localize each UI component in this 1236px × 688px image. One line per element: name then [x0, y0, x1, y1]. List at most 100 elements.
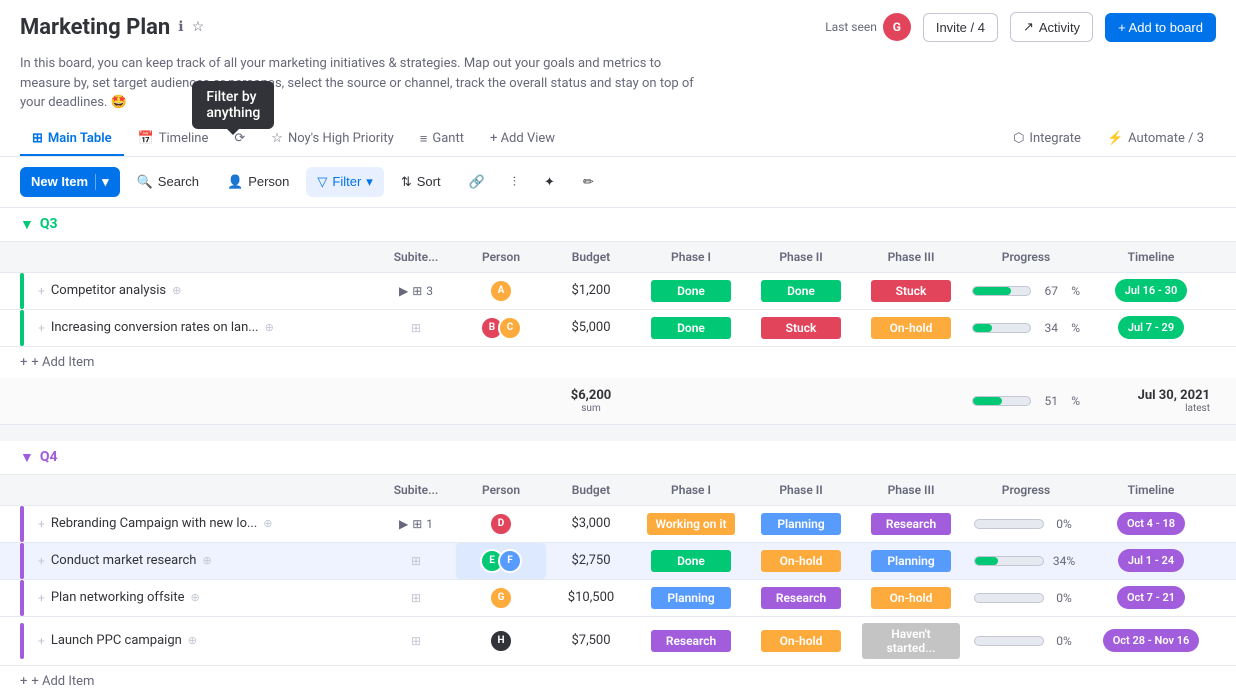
col-name-q3: [32, 249, 376, 265]
automate-button[interactable]: ⚡ Automate / 3: [1095, 123, 1216, 156]
cell-timeline-q4-0[interactable]: Oct 4 - 18: [1086, 506, 1216, 541]
sort-button[interactable]: ⇅ Sort: [390, 167, 452, 197]
cell-person-q4-2[interactable]: G: [456, 580, 546, 616]
cell-phase3-q4-0[interactable]: Research: [856, 507, 966, 541]
add-to-board-button[interactable]: + Add to board: [1105, 13, 1216, 42]
cell-subitem-1[interactable]: ⊞: [376, 315, 456, 341]
cell-phase1-q4-1[interactable]: Done: [636, 544, 746, 578]
cell-phase1-1[interactable]: Done: [636, 311, 746, 345]
cell-phase1-q4-2[interactable]: Planning: [636, 581, 746, 615]
add-subitem-icon[interactable]: +: [38, 284, 45, 298]
table-row[interactable]: + Launch PPC campaign ⊕ ⊞ H $7,500 Resea…: [0, 617, 1236, 666]
cell-phase3-1[interactable]: On-hold: [856, 311, 966, 345]
cell-subitem-q4-0[interactable]: ▶ ⊞ 1: [376, 511, 456, 537]
cell-phase2-q4-2[interactable]: Research: [746, 581, 856, 615]
filter-button[interactable]: ▽ Filter ▾: [306, 167, 383, 197]
cell-phase3-0[interactable]: Stuck: [856, 274, 966, 308]
cell-subitem-q4-3[interactable]: ⊞: [376, 628, 456, 654]
col-person-q4: Person: [456, 475, 546, 505]
cell-subitem-q4-1[interactable]: ⊞: [376, 548, 456, 574]
col-timeline-q4: Timeline: [1086, 475, 1216, 505]
cell-phase1-q4-3[interactable]: Research: [636, 624, 746, 658]
activity-button[interactable]: ↗ Activity: [1010, 12, 1093, 42]
cell-budget-q4-2[interactable]: $10,500: [546, 584, 636, 611]
cell-timeline-q4-3[interactable]: Oct 28 - Nov 16: [1086, 623, 1216, 658]
integrate-button[interactable]: ⬡ Integrate: [1001, 123, 1093, 156]
info-icon[interactable]: ℹ: [178, 19, 183, 35]
cell-person-0[interactable]: A: [456, 273, 546, 309]
row-action-icon-q4-2[interactable]: ⊕: [191, 591, 200, 604]
row-action-icon-1[interactable]: ⊕: [265, 321, 274, 334]
table-row[interactable]: + Conduct market research ⊕ ⊞ E F $2,750…: [0, 543, 1236, 580]
add-subitem-icon-q4-3[interactable]: +: [38, 634, 45, 648]
top-header: Marketing Plan ℹ ☆ Last seen G Invite / …: [0, 0, 1236, 50]
cell-budget-0[interactable]: $1,200: [546, 277, 636, 304]
cell-phase3-q4-1[interactable]: Planning: [856, 544, 966, 578]
invite-button[interactable]: Invite / 4: [923, 13, 998, 42]
cell-progress-1: 34%: [966, 315, 1086, 341]
add-item-q3[interactable]: + + Add Item: [0, 347, 1236, 378]
cell-person-q4-1[interactable]: E F: [456, 543, 546, 579]
cell-timeline-q4-1[interactable]: Jul 1 - 24: [1086, 543, 1216, 578]
table-row[interactable]: + Increasing conversion rates on lan... …: [0, 310, 1236, 347]
add-item-q4[interactable]: + + Add Item: [0, 666, 1236, 688]
cell-phase2-q4-0[interactable]: Planning: [746, 507, 856, 541]
cell-phase2-q4-1[interactable]: On-hold: [746, 544, 856, 578]
cell-phase2-0[interactable]: Done: [746, 274, 856, 308]
new-item-button[interactable]: New Item ▾: [20, 167, 120, 197]
row-action-icon[interactable]: ⊕: [172, 284, 181, 297]
new-item-dropdown-arrow[interactable]: ▾: [95, 174, 109, 190]
automate-icon: ⚡: [1107, 131, 1123, 146]
cell-phase1-q4-0[interactable]: Working on it: [636, 507, 746, 541]
star-icon[interactable]: ☆: [192, 19, 205, 35]
cell-person-q4-3[interactable]: H: [456, 623, 546, 659]
add-subitem-icon-q4-0[interactable]: +: [38, 517, 45, 531]
columns-button[interactable]: ⫶: [502, 167, 527, 197]
cell-timeline-q4-2[interactable]: Oct 7 - 21: [1086, 580, 1216, 615]
cell-subitem-q4-2[interactable]: ⊞: [376, 585, 456, 611]
cell-phase2-1[interactable]: Stuck: [746, 311, 856, 345]
person-button[interactable]: 👤 Person: [216, 167, 300, 197]
group-q3-header[interactable]: ▼ Q3: [0, 208, 1236, 241]
cell-budget-q4-0[interactable]: $3,000: [546, 510, 636, 537]
row-action-icon-q4-1[interactable]: ⊕: [202, 554, 211, 567]
edit-button[interactable]: ✏: [572, 167, 605, 197]
cell-budget-q4-1[interactable]: $2,750: [546, 547, 636, 574]
tab-main-table[interactable]: ⊞ Main Table: [20, 123, 124, 156]
group-q4-header[interactable]: ▼ Q4: [0, 441, 1236, 474]
link-icon-button[interactable]: 🔗: [458, 167, 496, 197]
expand-icon-q4-0[interactable]: ▶: [399, 517, 408, 531]
cell-timeline-0[interactable]: Jul 16 - 30: [1086, 273, 1216, 308]
filter-dropdown-arrow[interactable]: ▾: [366, 174, 373, 190]
add-subitem-icon-q4-2[interactable]: +: [38, 591, 45, 605]
search-button[interactable]: 🔍 Search: [126, 167, 210, 197]
table-row[interactable]: + Rebranding Campaign with new lo... ⊕ ▶…: [0, 506, 1236, 543]
q4-collapse-icon[interactable]: ▼: [20, 449, 34, 466]
cell-person-q4-0[interactable]: D: [456, 506, 546, 542]
cell-budget-1[interactable]: $5,000: [546, 314, 636, 341]
priority-icon: ☆: [271, 131, 283, 146]
cell-person-1[interactable]: B C: [456, 310, 546, 346]
cell-phase2-q4-3[interactable]: On-hold: [746, 624, 856, 658]
q3-collapse-icon[interactable]: ▼: [20, 216, 34, 233]
table-row[interactable]: + Competitor analysis ⊕ ▶ ⊞ 3 A $1,200 D…: [0, 273, 1236, 310]
cell-timeline-1[interactable]: Jul 7 - 29: [1086, 310, 1216, 345]
row-action-icon-q4-3[interactable]: ⊕: [188, 634, 197, 647]
cell-subitem-0[interactable]: ▶ ⊞ 3: [376, 278, 456, 304]
tab-noy-priority[interactable]: ☆ Noy's High Priority: [259, 123, 405, 156]
cell-phase3-q4-2[interactable]: On-hold: [856, 581, 966, 615]
tab-add-view[interactable]: + Add View: [478, 123, 567, 156]
cell-name-1: + Increasing conversion rates on lan... …: [32, 314, 376, 341]
cell-budget-q4-3[interactable]: $7,500: [546, 627, 636, 654]
table-row[interactable]: + Plan networking offsite ⊕ ⊞ G $10,500 …: [0, 580, 1236, 617]
tab-filter-tooltip-area[interactable]: ⟳ Filter by anything: [222, 123, 257, 156]
cell-phase1-0[interactable]: Done: [636, 274, 746, 308]
tab-gantt[interactable]: ≡ Gantt: [408, 123, 476, 157]
magic-button[interactable]: ✦: [533, 167, 566, 197]
add-subitem-icon-q4-1[interactable]: +: [38, 554, 45, 568]
cell-phase3-q4-3[interactable]: Haven't started...: [856, 617, 966, 665]
row-action-icon-q4-0[interactable]: ⊕: [263, 517, 272, 530]
col-progress-q3: Progress: [966, 242, 1086, 272]
expand-icon[interactable]: ▶: [399, 284, 408, 298]
add-subitem-icon-1[interactable]: +: [38, 321, 45, 335]
